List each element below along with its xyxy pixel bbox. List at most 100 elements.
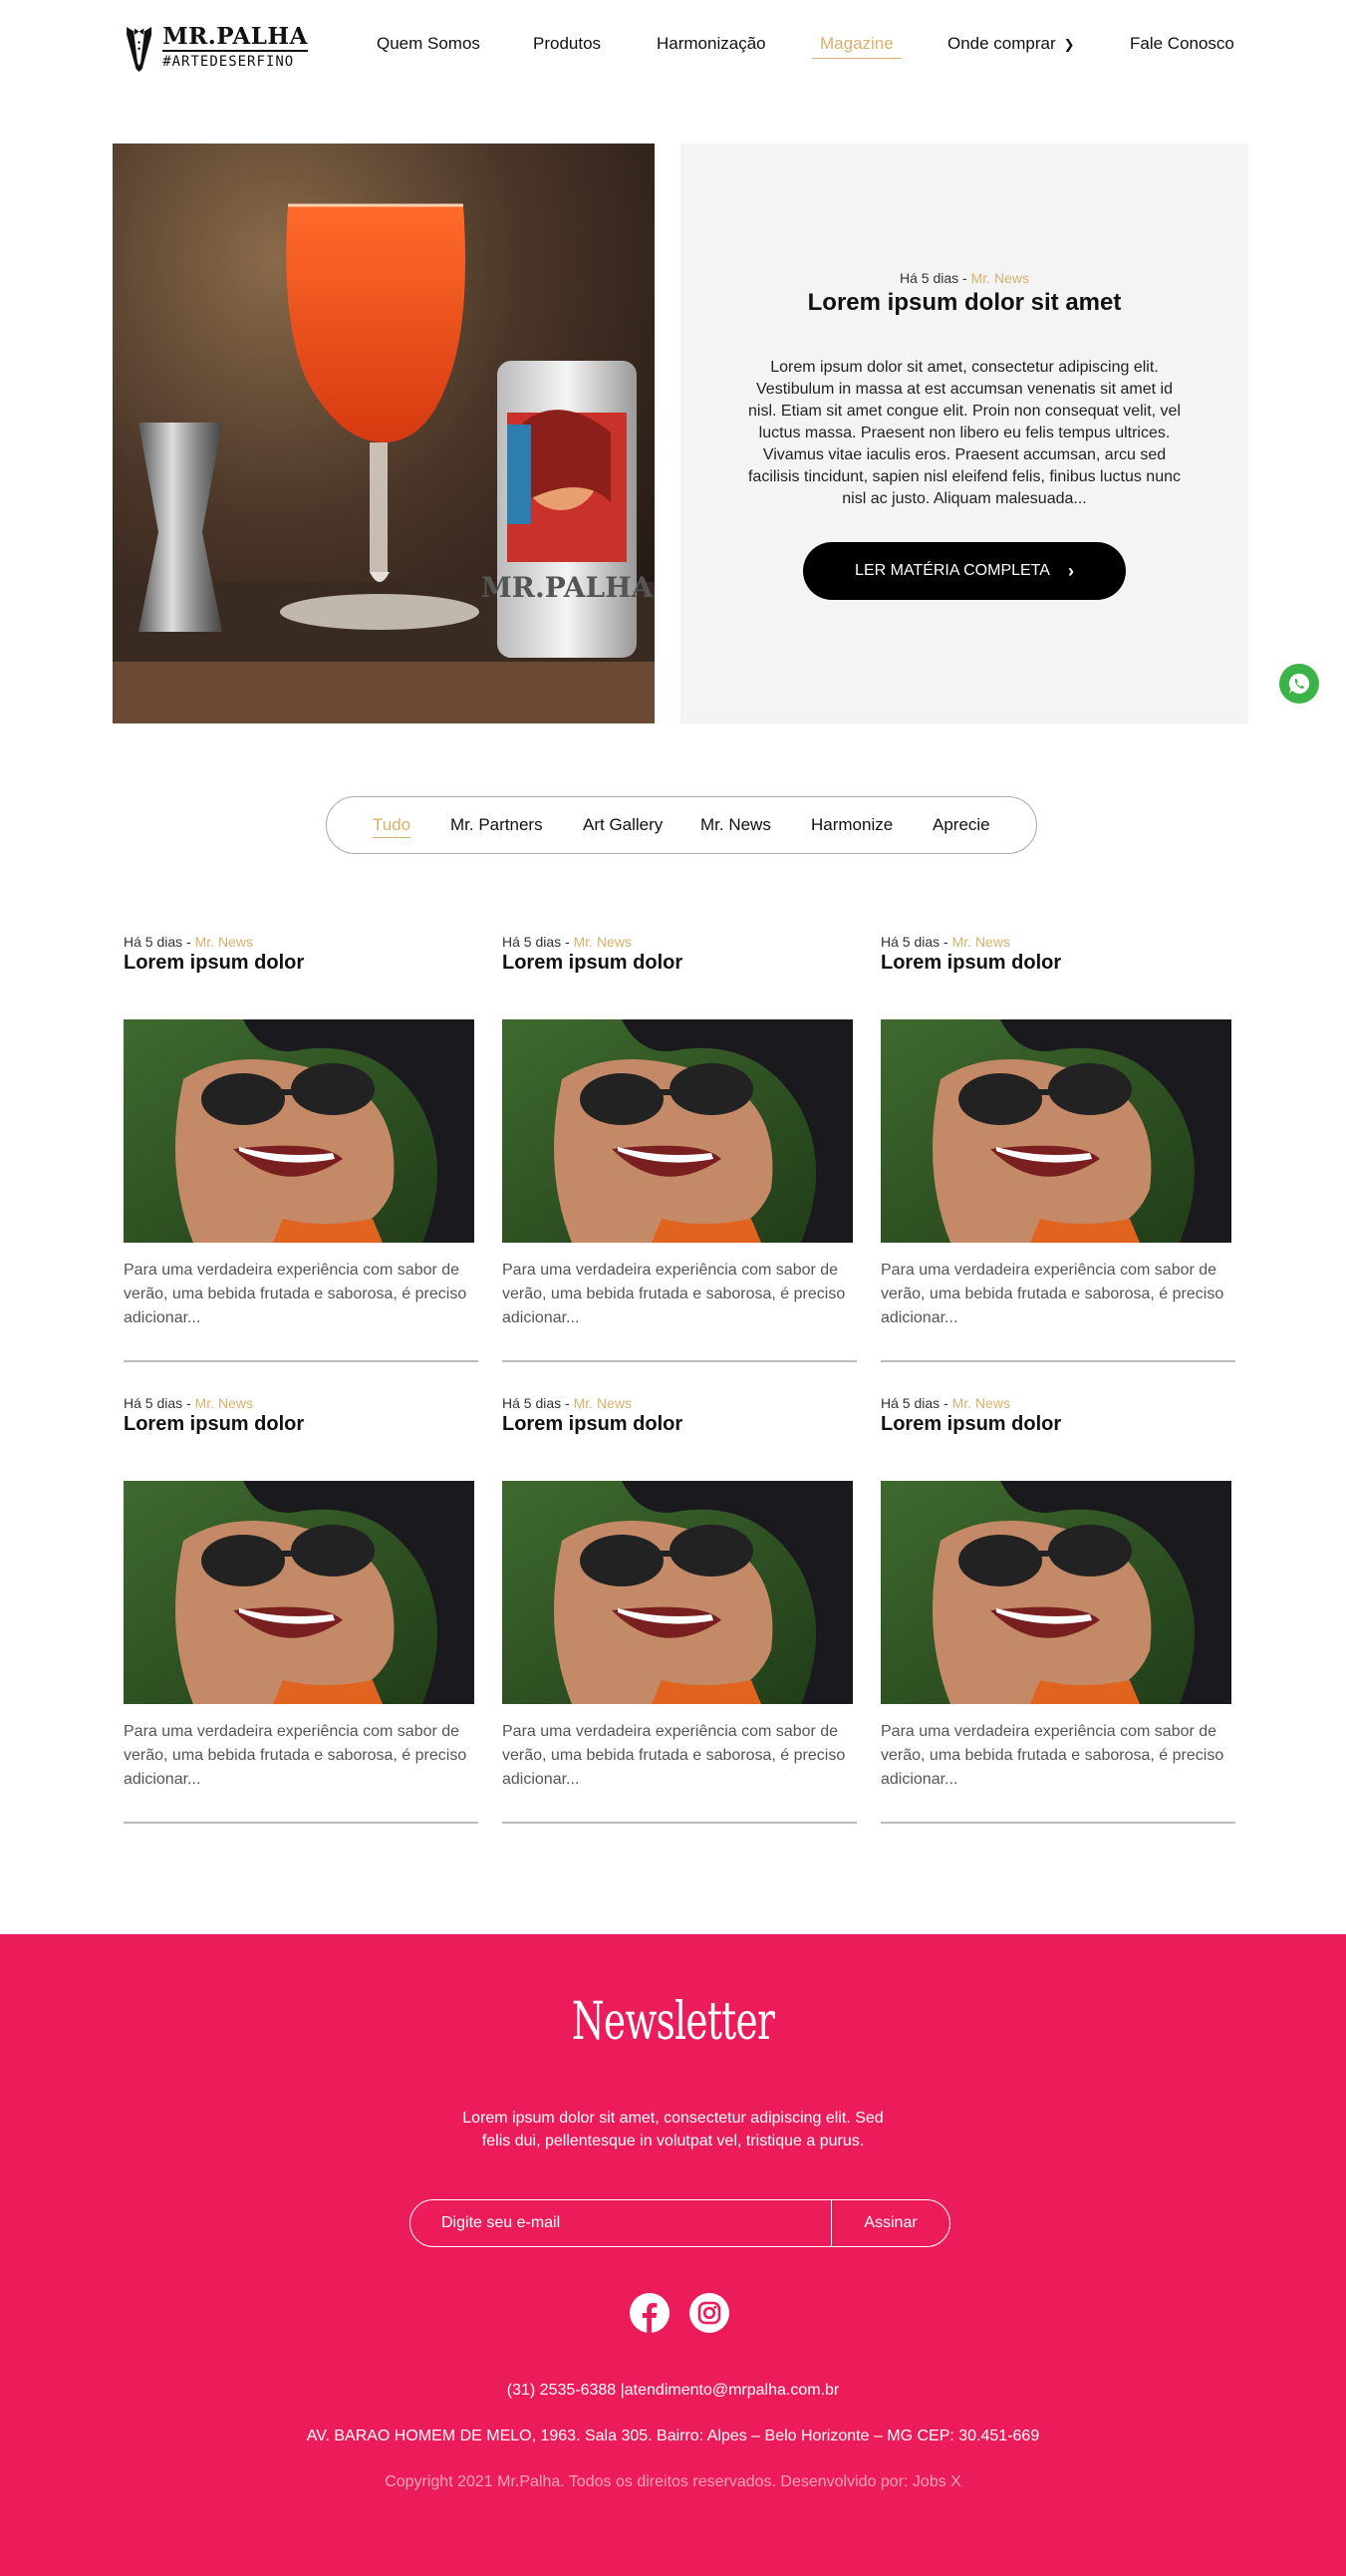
article-title[interactable]: Lorem ipsum dolor: [881, 952, 1061, 975]
meta-separator: -: [182, 1395, 195, 1411]
article-card[interactable]: Há 5 dias - Mr. News Lorem ipsum dolor Par…: [124, 1395, 478, 1826]
meta-separator: -: [182, 934, 195, 950]
chevron-right-icon: ›: [1067, 560, 1074, 581]
social-links: [630, 2293, 729, 2333]
smiling-woman-sunglasses-photo: [502, 1481, 853, 1704]
article-card[interactable]: Há 5 dias - Mr. News Lorem ipsum dolor Par…: [502, 1395, 857, 1826]
filter-tudo[interactable]: Tudo: [373, 813, 411, 838]
article-card[interactable]: Há 5 dias - Mr. News Lorem ipsum dolor Par…: [502, 934, 857, 1364]
read-full-article-label: LER MATÉRIA COMPLETA: [855, 562, 1050, 579]
smiling-woman-sunglasses-photo: [881, 1019, 1231, 1243]
filter-harmonize[interactable]: Harmonize: [811, 813, 893, 837]
article-meta: Há 5 dias - Mr. News: [124, 1395, 253, 1411]
article-excerpt: Para uma verdadeira experiência com sabo…: [881, 1262, 1224, 1326]
whatsapp-icon: [1288, 673, 1310, 694]
hero-category[interactable]: Mr. News: [971, 270, 1029, 286]
email-field[interactable]: [410, 2200, 831, 2246]
article-category[interactable]: Mr. News: [952, 934, 1010, 950]
article-image[interactable]: [881, 1019, 1231, 1243]
nav-magazine[interactable]: Magazine: [812, 30, 902, 59]
hero-meta: Há 5 dias - Mr. News: [680, 270, 1248, 286]
article-meta: Há 5 dias - Mr. News: [881, 934, 1010, 950]
hero-title: Lorem ipsum dolor sit amet: [807, 289, 1122, 316]
address: AV. BARAO HOMEM DE MELO, 1963. Sala 305.…: [306, 2428, 1040, 2444]
article-category[interactable]: Mr. News: [574, 1395, 632, 1411]
article-title[interactable]: Lorem ipsum dolor: [124, 952, 304, 975]
hero-image[interactable]: MR.PALHA: [113, 143, 655, 723]
nav-quem-somos[interactable]: Quem Somos: [377, 30, 480, 58]
can-brand-text: MR.PALHA: [481, 571, 655, 604]
newsletter-footer: Newsletter Lorem ipsum dolor sit amet, c…: [0, 1934, 1346, 2576]
article-meta: Há 5 dias - Mr. News: [124, 934, 253, 950]
card-divider: [124, 1822, 478, 1824]
article-title[interactable]: Lorem ipsum dolor: [502, 952, 682, 975]
newsletter-form: Assinar: [409, 2199, 950, 2247]
article-time: Há 5 dias: [502, 1395, 562, 1411]
article-image[interactable]: [124, 1019, 474, 1243]
article-category[interactable]: Mr. News: [952, 1395, 1010, 1411]
nav-harmonizacao[interactable]: Harmonização: [657, 30, 766, 58]
instagram-icon[interactable]: [689, 2293, 729, 2333]
subscribe-button[interactable]: Assinar: [832, 2200, 949, 2246]
site-header: MR.PALHA #ARTEDESERFINO Quem Somos Produ…: [0, 0, 1346, 92]
smiling-woman-sunglasses-photo: [881, 1481, 1231, 1704]
article-category[interactable]: Mr. News: [195, 934, 253, 950]
smiling-woman-sunglasses-photo: [124, 1481, 474, 1704]
article-category[interactable]: Mr. News: [195, 1395, 253, 1411]
article-meta: Há 5 dias - Mr. News: [881, 1395, 1010, 1411]
read-full-article-button[interactable]: LER MATÉRIA COMPLETA ›: [803, 542, 1126, 600]
article-time: Há 5 dias: [881, 934, 941, 950]
article-meta: Há 5 dias - Mr. News: [502, 1395, 632, 1411]
filter-aprecie[interactable]: Aprecie: [933, 813, 990, 837]
contact-info: (31) 2535-6388 |atendimento@mrpalha.com.…: [506, 2382, 840, 2399]
article-excerpt: Para uma verdadeira experiência com sabo…: [124, 1262, 467, 1326]
article-excerpt: Para uma verdadeira experiência com sabo…: [124, 1723, 467, 1788]
article-time: Há 5 dias: [124, 934, 183, 950]
article-time: Há 5 dias: [124, 1395, 183, 1411]
article-image[interactable]: [502, 1019, 853, 1243]
card-divider: [124, 1360, 478, 1362]
meta-separator: -: [561, 934, 574, 950]
card-divider: [502, 1822, 857, 1824]
category-filter-bar: Tudo Mr. Partners Art Gallery Mr. News H…: [326, 796, 1037, 854]
article-time: Há 5 dias: [502, 934, 562, 950]
nav-onde-comprar-label: Onde comprar: [947, 34, 1056, 53]
meta-separator: -: [940, 1395, 952, 1411]
article-image[interactable]: [502, 1481, 853, 1704]
nav-onde-comprar[interactable]: Onde comprar ❯: [947, 30, 1075, 59]
meta-separator: -: [958, 270, 971, 286]
meta-separator: -: [561, 1395, 574, 1411]
nav-fale-conosco[interactable]: Fale Conosco: [1130, 30, 1234, 58]
card-divider: [881, 1360, 1235, 1362]
article-card[interactable]: Há 5 dias - Mr. News Lorem ipsum dolor Par…: [881, 934, 1235, 1364]
cocktail-and-can-photo: MR.PALHA: [113, 143, 655, 723]
article-excerpt: Para uma verdadeira experiência com sabo…: [881, 1723, 1224, 1788]
nav-produtos[interactable]: Produtos: [533, 30, 601, 58]
facebook-icon[interactable]: [630, 2293, 670, 2333]
article-title[interactable]: Lorem ipsum dolor: [881, 1413, 1061, 1436]
article-image[interactable]: [881, 1481, 1231, 1704]
article-card[interactable]: Há 5 dias - Mr. News Lorem ipsum dolor Par…: [881, 1395, 1235, 1826]
smiling-woman-sunglasses-photo: [124, 1019, 474, 1243]
newsletter-text: Lorem ipsum dolor sit amet, consectetur …: [462, 2110, 884, 2149]
smiling-woman-sunglasses-photo: [502, 1019, 853, 1243]
meta-separator: -: [940, 934, 952, 950]
filter-mr-news[interactable]: Mr. News: [700, 813, 771, 837]
main-nav: Quem Somos Produtos Harmonização Magazin…: [0, 30, 1346, 60]
copyright: Copyright 2021 Mr.Palha. Todos os direit…: [385, 2473, 961, 2490]
article-excerpt: Para uma verdadeira experiência com sabo…: [502, 1723, 846, 1788]
filter-art-gallery[interactable]: Art Gallery: [583, 813, 663, 837]
article-title[interactable]: Lorem ipsum dolor: [124, 1413, 304, 1436]
article-card[interactable]: Há 5 dias - Mr. News Lorem ipsum dolor Par…: [124, 934, 478, 1364]
newsletter-title: Newsletter: [571, 1992, 775, 2052]
article-image[interactable]: [124, 1481, 474, 1704]
article-title[interactable]: Lorem ipsum dolor: [502, 1413, 682, 1436]
card-divider: [502, 1360, 857, 1362]
hero-time: Há 5 dias: [900, 270, 959, 286]
filter-mr-partners[interactable]: Mr. Partners: [450, 813, 543, 837]
whatsapp-button[interactable]: [1279, 664, 1319, 704]
article-excerpt: Para uma verdadeira experiência com sabo…: [502, 1262, 846, 1326]
article-meta: Há 5 dias - Mr. News: [502, 934, 632, 950]
article-time: Há 5 dias: [881, 1395, 941, 1411]
article-category[interactable]: Mr. News: [574, 934, 632, 950]
